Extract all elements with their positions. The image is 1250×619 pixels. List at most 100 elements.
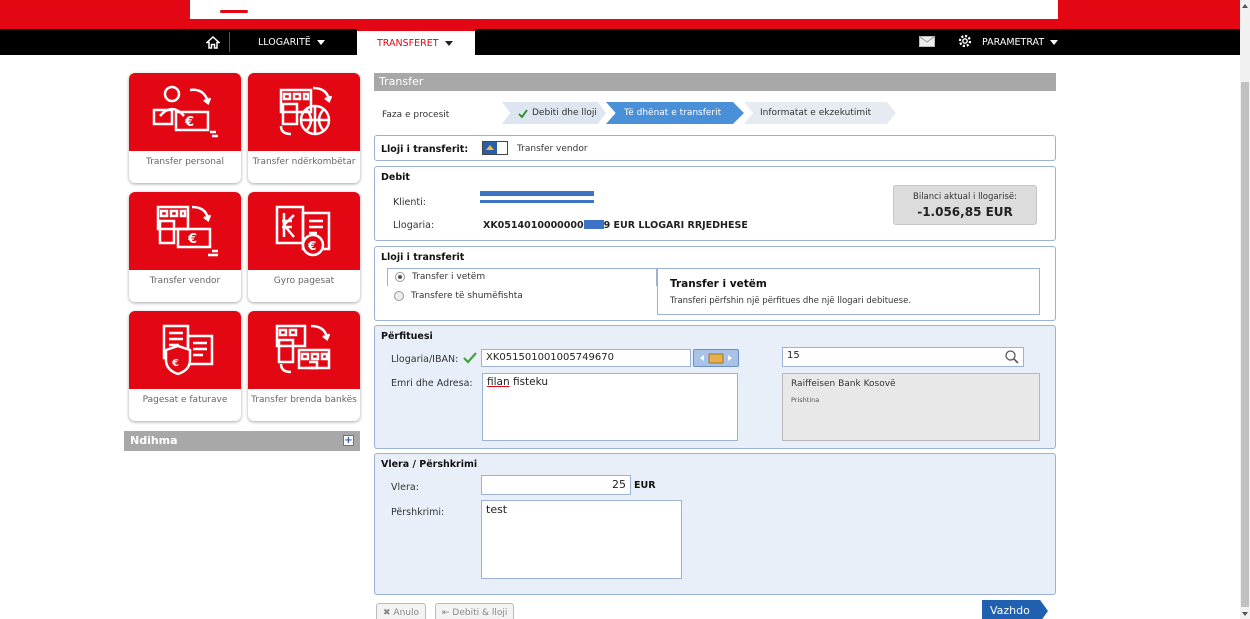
continue-label: Vazhdo <box>990 604 1030 617</box>
beneficiary-title: Përfituesi <box>381 331 433 342</box>
mail-icon <box>919 36 935 47</box>
home-button[interactable] <box>196 32 230 52</box>
iban-input[interactable]: XK051501001005749670 <box>481 349 691 367</box>
account-number: XK0514010000000 9 EUR LLOGARI RRJEDHESE <box>483 220 748 231</box>
domestic-transfer-icon: € <box>156 205 218 257</box>
back-icon: ⇤ <box>442 608 450 618</box>
bank-name: Raiffeisen Bank Kosovë <box>791 379 896 389</box>
balance-box: Bilanci aktual i llogarisë: -1.056,85 EU… <box>893 185 1037 225</box>
chevron-down-icon <box>1050 39 1059 45</box>
cancel-button[interactable]: ✖ Anulo <box>376 603 426 619</box>
brand-bar-left <box>0 0 190 19</box>
amount-value: 25 <box>612 478 626 491</box>
expand-plus-icon[interactable]: + <box>343 435 354 446</box>
bank-search-input[interactable]: 15 <box>782 347 1024 367</box>
bill-payment-icon: € <box>162 324 214 376</box>
option-multiple-label: Transfere të shumëfishta <box>411 291 523 301</box>
amount-box: Vlera / Përshkrimi Vlera: 25 EUR Përshkr… <box>374 453 1056 595</box>
name-address-input[interactable]: filan fisteku <box>482 373 738 441</box>
scroll-up-arrow[interactable] <box>1242 4 1248 8</box>
help-label: Ndihma <box>130 434 178 447</box>
step-label: Debiti dhe lloji <box>532 108 597 118</box>
amount-title: Vlera / Përshkrimi <box>381 459 478 470</box>
valid-check-icon <box>463 352 477 364</box>
client-redacted <box>480 200 594 203</box>
chevron-down-icon <box>444 40 453 46</box>
step-transfer-data: Të dhënat e transferit <box>606 102 744 124</box>
nav-parameters-label: PARAMETRAT <box>982 36 1045 48</box>
close-icon: ✖ <box>383 608 391 618</box>
address-book-button[interactable] <box>693 349 739 367</box>
bank-city: Prishtina <box>791 396 820 404</box>
nav-parameters[interactable]: PARAMETRAT <box>982 29 1059 55</box>
scrollbar-thumb[interactable] <box>1241 82 1249 607</box>
amount-label: Vlera: <box>391 482 419 493</box>
description-label: Përshkrimi: <box>391 507 445 518</box>
nav-accounts-label: LLOGARITË <box>258 36 311 48</box>
radio-multiple[interactable] <box>394 291 404 301</box>
tile-label: Gyro pagesat <box>273 276 335 286</box>
chevron-down-icon <box>316 39 325 45</box>
check-icon <box>518 108 528 118</box>
radio-single[interactable] <box>395 272 405 282</box>
international-transfer-icon <box>279 86 333 136</box>
tile-domestic-transfer[interactable]: € Transfer vendor <box>129 192 241 302</box>
name-word-1: filan <box>487 376 510 388</box>
info-title: Transfer i vetëm <box>670 278 767 290</box>
bank-search-value: 15 <box>787 350 800 361</box>
description-input[interactable]: test <box>481 500 682 579</box>
tile-image: € <box>129 73 241 151</box>
tile-label: Pagesat e faturave <box>142 395 228 405</box>
tile-personal-transfer[interactable]: € Transfer personal <box>129 73 241 183</box>
option-single-row[interactable]: Transfer i vetëm <box>387 268 657 286</box>
tile-in-bank-transfer[interactable]: Transfer brenda bankës <box>248 311 360 421</box>
option-single-label: Transfer i vetëm <box>412 272 486 282</box>
gear-icon <box>958 34 972 48</box>
iban-label: Llogaria/IBAN: <box>391 354 459 365</box>
account-suffix: 9 EUR LLOGARI RRJEDHESE <box>603 220 748 231</box>
tile-international-transfer[interactable]: Transfer ndërkombëtar <box>248 73 360 183</box>
step-label: Të dhënat e transferit <box>624 108 722 118</box>
description-value: test <box>486 503 508 516</box>
transfer-type-box: Lloji i transferit: Transfer vendor <box>374 135 1056 161</box>
search-icon[interactable] <box>1005 350 1019 364</box>
client-label: Klienti: <box>393 197 426 208</box>
account-label: Llogaria: <box>393 220 435 231</box>
settings-button[interactable] <box>957 33 973 52</box>
balance-label: Bilanci aktual i llogarisë: <box>913 192 1017 202</box>
step-debit-type[interactable]: Debiti dhe lloji <box>502 102 606 124</box>
tile-image <box>248 73 360 151</box>
brand-logo-area <box>190 0 1058 19</box>
name-word-2: fisteku <box>512 376 549 388</box>
tile-gyro-payments[interactable]: € Gyro pagesat <box>248 192 360 302</box>
tile-image: € <box>129 192 241 270</box>
beneficiary-box: Përfituesi Llogaria/IBAN: XK051501001005… <box>374 325 1056 449</box>
transfer-kind-title: Lloji i transferit <box>381 252 465 263</box>
transfer-kind-box: Lloji i transferit Transfer i vetëm Tran… <box>374 246 1056 321</box>
panel-title-text: Transfer <box>379 75 424 88</box>
tile-label: Transfer ndërkombëtar <box>252 157 356 167</box>
transfer-type-value: Transfer vendor <box>517 144 588 154</box>
help-section-header[interactable]: Ndihma + <box>124 431 360 451</box>
home-icon <box>205 35 220 49</box>
back-button[interactable]: ⇤ Debiti & lloji <box>435 603 515 619</box>
account-redacted <box>583 220 604 229</box>
nav-transfers[interactable]: TRANSFERET <box>357 29 475 55</box>
client-redacted <box>480 191 594 196</box>
mail-button[interactable] <box>919 36 935 50</box>
nav-accounts[interactable]: LLOGARITË <box>258 29 325 55</box>
card-icon <box>482 141 508 155</box>
in-bank-transfer-icon <box>275 324 331 374</box>
option-multiple-row[interactable]: Transfere të shumëfishta <box>387 286 657 306</box>
amount-input[interactable]: 25 <box>481 475 631 495</box>
main-nav: LLOGARITË TRANSFERET PARAMETRAT <box>0 29 1240 55</box>
panel-title: Transfer <box>374 73 1056 91</box>
step-label: Informatat e ekzekutimit <box>760 108 872 118</box>
debit-box: Debit Klienti: Llogaria: XK0514010000000… <box>374 166 1056 241</box>
nav-transfers-label: TRANSFERET <box>377 37 439 49</box>
tile-bill-payments[interactable]: € Pagesat e faturave <box>129 311 241 421</box>
personal-transfer-icon: € <box>152 85 218 138</box>
continue-button[interactable]: Vazhdo <box>982 600 1048 619</box>
svg-text:€: € <box>307 239 316 253</box>
scroll-down-arrow[interactable] <box>1242 612 1248 616</box>
